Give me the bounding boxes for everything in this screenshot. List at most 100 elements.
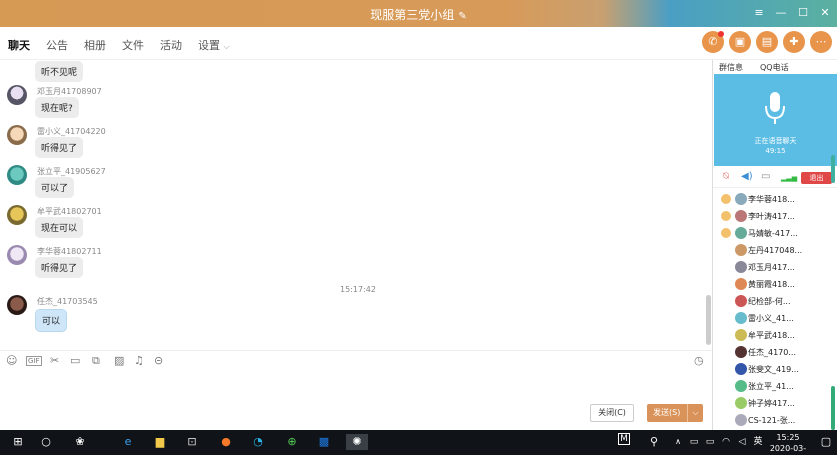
sender-name[interactable]: 张立平_41905627 — [37, 166, 106, 177]
member-item[interactable]: 左丹417048... — [721, 243, 836, 259]
message-bubble[interactable]: 听得见了 — [35, 257, 84, 278]
avatar — [735, 210, 747, 222]
member-item[interactable]: 马婧敏-417... — [721, 226, 836, 242]
avatar[interactable] — [7, 125, 27, 145]
bell-icon[interactable]: ♫ — [134, 354, 144, 367]
member-item[interactable]: 邓玉月417... — [721, 260, 836, 276]
tab-files[interactable]: 文件 — [122, 37, 144, 53]
volume-icon[interactable]: ◁ — [734, 434, 750, 450]
wps-icon[interactable]: ▩ — [316, 434, 332, 450]
avatar[interactable] — [7, 85, 27, 105]
ime-indicator[interactable]: M — [618, 433, 630, 445]
screen-share-button[interactable]: ▤ — [756, 31, 778, 53]
avatar — [735, 312, 747, 324]
tab-group-info[interactable]: 群信息 — [719, 62, 743, 73]
tab-album[interactable]: 相册 — [84, 37, 106, 53]
member-item[interactable]: 纪检部-何... — [721, 294, 836, 310]
member-item[interactable]: 黄丽霞418... — [721, 277, 836, 293]
wifi-icon[interactable]: ◠ — [718, 434, 734, 450]
qq-app-icon[interactable]: ✺ — [346, 434, 368, 450]
voice-call-button[interactable]: ✆ — [702, 31, 724, 53]
tab-announcement[interactable]: 公告 — [46, 37, 68, 53]
member-item[interactable]: 牟平武418... — [721, 328, 836, 344]
sender-name[interactable]: 雷小义_41704220 — [37, 126, 106, 137]
cortana-icon[interactable]: ○ — [38, 434, 54, 450]
tab-settings[interactable]: 设置 ⌵ — [198, 37, 230, 53]
message-bubble[interactable]: 听不见呢 — [35, 61, 84, 82]
message-bubble[interactable]: 听得见了 — [35, 137, 84, 158]
mic-muted-icon[interactable]: ⍉ — [723, 171, 729, 182]
file-explorer-icon[interactable]: ▆ — [152, 434, 168, 450]
sender-name[interactable]: 牟平武41802701 — [37, 206, 102, 217]
member-item[interactable]: 任杰_4170... — [721, 345, 836, 361]
close-icon[interactable]: ✕ — [816, 4, 834, 22]
message-input[interactable] — [0, 372, 712, 402]
sender-name[interactable]: 任杰_41703545 — [37, 296, 98, 307]
folder-icon[interactable]: ▭ — [70, 354, 80, 367]
people-icon[interactable]: ⚲ — [646, 434, 662, 450]
green-app-icon[interactable]: ⊕ — [284, 434, 300, 450]
avatar — [735, 329, 747, 341]
gif-icon[interactable]: GIF — [26, 356, 42, 366]
network-icon[interactable]: ▭ — [686, 434, 702, 450]
message-bubble[interactable]: 可以 — [35, 309, 68, 332]
close-button[interactable]: 关闭(C) — [590, 404, 634, 422]
member-item[interactable]: 雷小义_41... — [721, 311, 836, 327]
image-icon[interactable]: ▨ — [114, 354, 124, 367]
sender-name[interactable]: 邓玉月41708907 — [37, 86, 102, 97]
task-view-icon[interactable]: ❀ — [72, 434, 88, 450]
ime-lang-icon[interactable]: 英 — [750, 434, 766, 450]
avatar[interactable] — [7, 165, 27, 185]
scissors-icon[interactable]: ✂ — [50, 354, 59, 367]
tab-activity[interactable]: 活动 — [160, 37, 182, 53]
message-bubble[interactable]: 可以了 — [35, 177, 75, 198]
menu-icon[interactable]: ≡ — [750, 4, 768, 22]
maximize-icon[interactable]: ☐ — [794, 4, 812, 22]
document-icon[interactable]: ⧉ — [92, 354, 100, 368]
windows-start-icon[interactable]: ⊞ — [10, 434, 26, 450]
pencil-icon[interactable]: ✎ — [458, 11, 466, 22]
sender-name[interactable]: 李华蓉41802711 — [37, 246, 102, 257]
right-edge-scrollbar[interactable] — [831, 386, 835, 430]
app-button[interactable]: ✚ — [783, 31, 805, 53]
avatar[interactable] — [7, 295, 27, 315]
tab-chat[interactable]: 聊天 — [8, 37, 30, 53]
member-item[interactable]: 李华蓉418... — [721, 192, 836, 208]
system-clock[interactable]: 15:25 2020-03-14 — [765, 432, 811, 465]
emoji-icon[interactable]: ☺ — [6, 354, 17, 367]
member-item[interactable]: 张斐文_419... — [721, 362, 836, 378]
video-call-button[interactable]: ▣ — [729, 31, 751, 53]
tab-qq-call[interactable]: QQ电话 — [760, 62, 789, 73]
tray-up-icon[interactable]: ∧ — [670, 434, 686, 450]
avatar — [735, 397, 747, 409]
send-button[interactable]: 发送(S) ⌵ — [647, 404, 703, 422]
firefox-icon[interactable]: ● — [218, 434, 234, 450]
exit-voice-button[interactable]: 退出 — [801, 172, 832, 184]
right-panel: 群信息 QQ电话 正在语音聊天 49:15 ⍉ ◀) ▭ ▂▃▅ 退出 李华蓉4… — [712, 60, 837, 430]
history-icon[interactable]: ◷ — [694, 354, 704, 367]
browser-icon[interactable]: ◔ — [250, 434, 266, 450]
chevron-down-icon[interactable]: ⌵ — [687, 404, 703, 422]
message-bubble[interactable]: 现在可以 — [35, 217, 84, 238]
member-item[interactable]: CS-121-张... — [721, 413, 836, 429]
notification-icon[interactable]: ▢ — [818, 434, 834, 450]
member-list-scrollbar[interactable] — [831, 155, 835, 183]
store-icon[interactable]: ⊡ — [184, 434, 200, 450]
edge-icon[interactable]: e — [120, 434, 136, 450]
more-icon: ⋯ — [815, 35, 827, 48]
camera-icon[interactable]: ▭ — [761, 171, 770, 182]
message-bubble[interactable]: 现在呢? — [35, 97, 79, 118]
minimize-icon[interactable]: — — [772, 4, 790, 22]
speaker-icon[interactable]: ◀) — [741, 171, 753, 182]
member-item[interactable]: 李叶涛417... — [721, 209, 836, 225]
avatar[interactable] — [7, 245, 27, 265]
message-scrollbar[interactable] — [706, 295, 711, 345]
battery-icon[interactable]: ▭ — [702, 434, 718, 450]
more-button[interactable]: ⋯ — [810, 31, 832, 53]
window-title[interactable]: 现服第三党小组 ✎ — [0, 6, 837, 23]
member-item[interactable]: 张立平_41... — [721, 379, 836, 395]
avatar — [735, 244, 747, 256]
avatar[interactable] — [7, 205, 27, 225]
more-icon[interactable]: ⊝ — [154, 354, 163, 367]
member-item[interactable]: 钟子婷417... — [721, 396, 836, 412]
